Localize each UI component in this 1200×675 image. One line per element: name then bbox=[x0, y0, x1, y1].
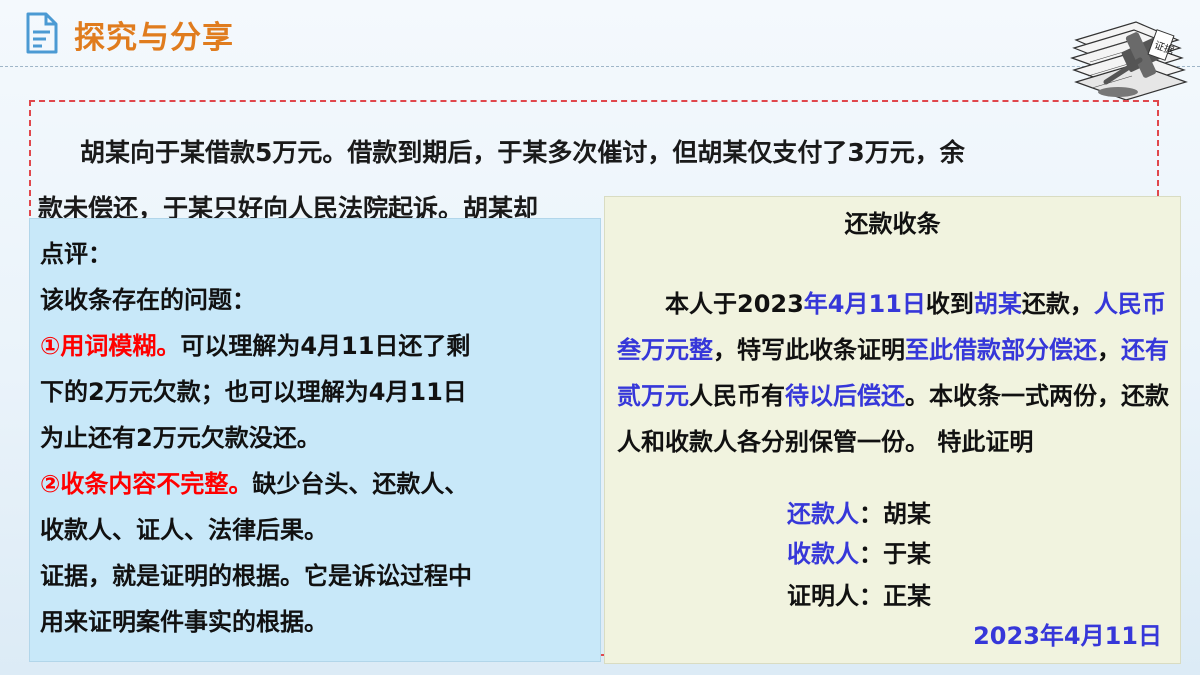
receipt-later-highlight: 待以后偿还 bbox=[785, 382, 905, 410]
receipt-date: 2023年4月11日 bbox=[973, 622, 1162, 650]
evidence-definition: 证据，就是证明的根据。它是诉讼过程中 bbox=[40, 562, 472, 590]
receipt-title: 还款收条 bbox=[844, 210, 941, 238]
point-2-label: ②收条内容不完整。 bbox=[40, 470, 253, 498]
comment-point-1-cont: 下的2万元欠款；也可以理解为4月11日 bbox=[40, 378, 467, 406]
receipt-payee: 收款人：于某 bbox=[787, 537, 931, 571]
comment-heading: 点评： bbox=[40, 240, 112, 268]
payee-label: 收款人 bbox=[787, 540, 859, 568]
point-2-text: 缺少台头、还款人、 bbox=[252, 470, 469, 498]
case-line-1: 胡某向于某借款5万元。借款到期后，于某多次催讨，但胡某仅支付了3万元，余 bbox=[80, 138, 965, 167]
receipt-text: 人民币有 bbox=[689, 382, 785, 410]
header-bar: 探究与分享 bbox=[0, 0, 1200, 67]
receipt-text: 还款， bbox=[1021, 290, 1094, 318]
receipt-panel: 还款收条 本人于2023年4月11日收到胡某还款，人民币叁万元整，特写此收条证明… bbox=[604, 196, 1181, 664]
evidence-definition-cont: 用来证明案件事实的根据。 bbox=[40, 608, 328, 636]
receipt-witness: 证明人：正某 bbox=[787, 582, 931, 610]
payee-name: ：于某 bbox=[859, 540, 931, 568]
payer-name: ：胡某 bbox=[859, 500, 931, 528]
comment-point-1: ①用词模糊。可以理解为4月11日还了剩 bbox=[40, 323, 590, 369]
comment-panel: 点评： 该收条存在的问题： ①用词模糊。可以理解为4月11日还了剩 下的2万元欠… bbox=[29, 218, 601, 662]
point-1-text: 可以理解为4月11日还了剩 bbox=[180, 332, 471, 360]
payer-label: 还款人 bbox=[787, 500, 859, 528]
comment-point-1-cont2: 为止还有2万元欠款没还。 bbox=[40, 424, 321, 452]
comment-point-2: ②收条内容不完整。缺少台头、还款人、 bbox=[40, 461, 590, 507]
point-1-label: ①用词模糊。 bbox=[40, 332, 181, 360]
receipt-text: ， bbox=[1097, 336, 1121, 364]
receipt-date-highlight: 年4月11日 bbox=[803, 290, 926, 318]
comment-question: 该收条存在的问题： bbox=[40, 286, 256, 314]
receipt-text: ，特写此收条证明 bbox=[713, 336, 905, 364]
page-title: 探究与分享 bbox=[74, 20, 234, 56]
receipt-text: 收到 bbox=[925, 290, 974, 318]
receipt-payer-highlight: 胡某 bbox=[973, 290, 1022, 318]
receipt-body: 本人于2023年4月11日收到胡某还款，人民币叁万元整，特写此收条证明至此借款部… bbox=[617, 281, 1169, 465]
evidence-gavel-illustration: 证据 bbox=[1070, 21, 1188, 101]
receipt-partial-highlight: 至此借款部分偿还 bbox=[905, 336, 1097, 364]
receipt-text: 本人于2023 bbox=[665, 290, 804, 318]
comment-point-2-cont: 收款人、证人、法律后果。 bbox=[40, 516, 328, 544]
document-icon bbox=[26, 12, 58, 54]
receipt-payer: 还款人：胡某 bbox=[787, 497, 931, 531]
